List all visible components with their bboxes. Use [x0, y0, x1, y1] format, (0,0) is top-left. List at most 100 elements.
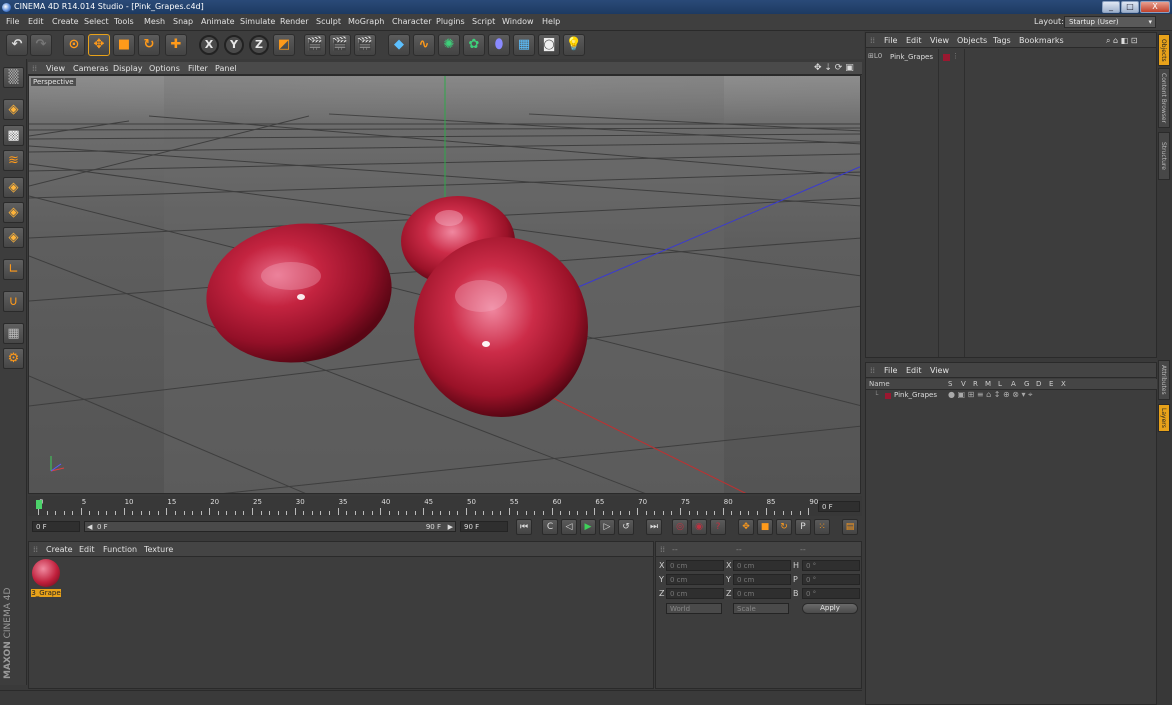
tab-objects[interactable]: Objects: [1158, 34, 1170, 66]
menu-mesh[interactable]: Mesh: [144, 17, 165, 26]
size-y-field[interactable]: 0 cm: [733, 574, 791, 585]
minimize-button[interactable]: _: [1102, 1, 1120, 13]
col-visible[interactable]: V: [961, 380, 966, 388]
model-mode-button[interactable]: ◈: [3, 99, 24, 120]
object-menu-objects[interactable]: Objects: [957, 36, 987, 45]
material-menu-texture[interactable]: Texture: [144, 545, 173, 554]
layer-menu-file[interactable]: File: [884, 366, 897, 375]
add-nurbs-button[interactable]: ✺: [438, 34, 460, 56]
rotation-b-field[interactable]: 0 °: [802, 588, 860, 599]
timeline-window-button[interactable]: ▤: [842, 519, 858, 535]
3d-viewport[interactable]: Perspective: [28, 75, 861, 494]
menu-mograph[interactable]: MoGraph: [348, 17, 384, 26]
axis-mode-button[interactable]: ∟: [3, 259, 24, 280]
rotate-tool-button[interactable]: ↻: [138, 34, 160, 56]
menu-snap[interactable]: Snap: [173, 17, 193, 26]
col-render[interactable]: R: [973, 380, 978, 388]
col-animation[interactable]: A: [1011, 380, 1016, 388]
record-active-button[interactable]: ◉: [691, 519, 707, 535]
render-view-button[interactable]: 🎬: [304, 34, 326, 56]
viewport-menu-filter[interactable]: Filter: [188, 64, 208, 73]
scale-tool-button[interactable]: ■: [113, 34, 135, 56]
next-frame-button[interactable]: ▷: [599, 519, 615, 535]
close-button[interactable]: X: [1140, 1, 1170, 13]
col-generators[interactable]: G: [1024, 380, 1029, 388]
snap-button[interactable]: ∪: [3, 291, 24, 312]
goto-end-button[interactable]: ⏭: [646, 519, 662, 535]
layout-dropdown[interactable]: Startup (User) ▾: [1064, 16, 1156, 28]
render-settings-button[interactable]: 🎬: [354, 34, 376, 56]
col-expressions[interactable]: E: [1049, 380, 1053, 388]
autokey-button[interactable]: ?: [710, 519, 726, 535]
col-locked[interactable]: L: [998, 380, 1002, 388]
edges-mode-button[interactable]: ◈: [3, 202, 24, 223]
playhead-marker[interactable]: [36, 500, 42, 509]
key-scale-button[interactable]: ■: [757, 519, 773, 535]
key-parameter-button[interactable]: P: [795, 519, 811, 535]
tab-content-browser[interactable]: Content Browser: [1158, 68, 1170, 128]
y-axis-lock-button[interactable]: Y: [224, 35, 244, 55]
maximize-button[interactable]: □: [1121, 1, 1139, 13]
position-x-field[interactable]: 0 cm: [666, 560, 724, 571]
menu-window[interactable]: Window: [502, 17, 534, 26]
transform-mode-dropdown[interactable]: Scale: [733, 603, 789, 614]
col-xref[interactable]: X: [1061, 380, 1066, 388]
menu-select[interactable]: Select: [84, 17, 109, 26]
locked-workplane-button[interactable]: ▦: [3, 323, 24, 344]
add-deformer-button[interactable]: ⬮: [488, 34, 510, 56]
add-camera-button[interactable]: ◙: [538, 34, 560, 56]
menu-simulate[interactable]: Simulate: [240, 17, 275, 26]
add-array-button[interactable]: ✿: [463, 34, 485, 56]
add-spline-button[interactable]: ∿: [413, 34, 435, 56]
object-menu-edit[interactable]: Edit: [906, 36, 922, 45]
layer-menu-edit[interactable]: Edit: [906, 366, 922, 375]
recent-tools-button[interactable]: ✚: [165, 34, 187, 56]
menu-help[interactable]: Help: [542, 17, 560, 26]
menu-file[interactable]: File: [6, 17, 19, 26]
layer-color-swatch[interactable]: [885, 393, 891, 399]
rotation-h-field[interactable]: 0 °: [802, 560, 860, 571]
layer-color-swatch[interactable]: [943, 54, 950, 61]
viewport-menu-panel[interactable]: Panel: [215, 64, 237, 73]
goto-start-button[interactable]: ⏮: [516, 519, 532, 535]
tab-structure[interactable]: Structure: [1158, 132, 1170, 180]
live-selection-button[interactable]: ⊙: [63, 34, 85, 56]
object-menu-view[interactable]: View: [930, 36, 949, 45]
viewport-menu-cameras[interactable]: Cameras: [73, 64, 109, 73]
menu-tools[interactable]: Tools: [114, 17, 134, 26]
coord-system-dropdown[interactable]: World: [666, 603, 722, 614]
z-axis-lock-button[interactable]: Z: [249, 35, 269, 55]
position-z-field[interactable]: 0 cm: [666, 588, 724, 599]
play-button[interactable]: ▶: [580, 519, 596, 535]
workplane-button[interactable]: ≋: [3, 150, 24, 171]
end-frame-field[interactable]: 90 F: [460, 521, 508, 532]
motion-record-button[interactable]: ◎: [672, 519, 688, 535]
layer-menu-view[interactable]: View: [930, 366, 949, 375]
key-position-button[interactable]: ✥: [738, 519, 754, 535]
timeline-ruler[interactable]: 051015202530354045505560657075808590 0 F: [28, 496, 862, 516]
frame-range-slider[interactable]: ◀ 0 F 90 F ▶: [84, 521, 456, 532]
menu-animate[interactable]: Animate: [201, 17, 235, 26]
key-rotation-button[interactable]: ↻: [776, 519, 792, 535]
texture-mode-button[interactable]: ▩: [3, 125, 24, 146]
col-deformers[interactable]: D: [1036, 380, 1041, 388]
menu-script[interactable]: Script: [472, 17, 495, 26]
material-menu-function[interactable]: Function: [103, 545, 137, 554]
polygons-mode-button[interactable]: ◈: [3, 227, 24, 248]
col-solo[interactable]: S: [948, 380, 952, 388]
visibility-dots-icon[interactable]: ⋮: [952, 52, 959, 60]
size-z-field[interactable]: 0 cm: [733, 588, 791, 599]
material-menu-edit[interactable]: Edit: [79, 545, 95, 554]
render-picture-viewer-button[interactable]: 🎬: [329, 34, 351, 56]
prev-frame-button[interactable]: ◁: [561, 519, 577, 535]
make-editable-button[interactable]: ▒: [3, 67, 24, 88]
col-name[interactable]: Name: [869, 380, 890, 388]
object-menu-bookmarks[interactable]: Bookmarks: [1019, 36, 1064, 45]
rotation-p-field[interactable]: 0 °: [802, 574, 860, 585]
current-frame-field[interactable]: 0 F: [818, 501, 860, 512]
undo-button[interactable]: ↶: [6, 34, 28, 56]
col-manager[interactable]: M: [985, 380, 991, 388]
loop-button[interactable]: ↺: [618, 519, 634, 535]
viewport-nav-icons[interactable]: ✥ ⇣ ⟳ ▣: [814, 63, 854, 73]
size-x-field[interactable]: 0 cm: [733, 560, 791, 571]
